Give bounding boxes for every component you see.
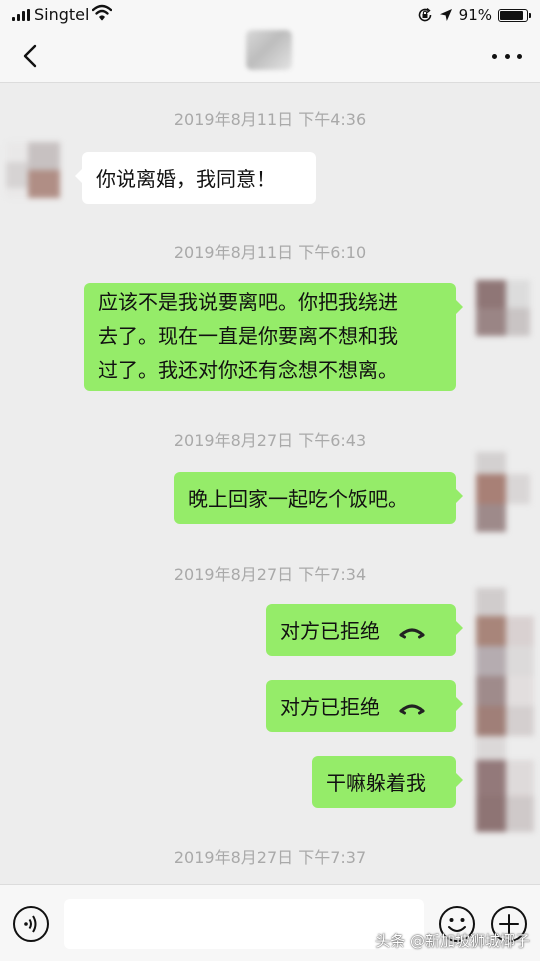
timestamp: 2019年8月27日 下午6:43 [173,431,367,450]
timestamp: 2019年8月11日 下午4:36 [173,110,367,129]
message-line: 去了。现在一直是你要离不想和我 [98,324,398,348]
status-bar: Singtel 91% [0,0,540,30]
declined-call-icon [399,628,425,638]
battery-icon [498,8,531,22]
call-status-text: 对方已拒绝 [280,695,380,719]
more-icon[interactable] [492,48,522,64]
outgoing-message[interactable]: 晚上回家一起吃个饭吧。 [174,472,463,524]
message-line: 过了。我还对你还有念想不想离。 [98,358,398,382]
battery-percentage: 91% [458,6,492,24]
carrier-name: Singtel [34,5,90,24]
outgoing-message[interactable]: 干嘛躲着我 [312,756,463,808]
watermark: 头条 @新加坡狮城椰子 [375,932,530,950]
wifi-icon [92,4,112,21]
timestamp: 2019年8月27日 下午7:34 [173,565,367,584]
voice-icon[interactable] [12,905,50,943]
declined-call-icon [399,704,425,714]
my-avatar[interactable] [476,280,530,336]
message-line: 应该不是我说要离吧。你把我绕进 [98,290,398,314]
timestamp: 2019年8月27日 下午7:37 [173,848,367,867]
chat-header [0,30,540,83]
my-avatar[interactable] [476,452,530,532]
back-icon[interactable] [14,38,50,74]
my-avatar-stack[interactable] [476,588,534,832]
outgoing-message[interactable]: 应该不是我说要离吧。你把我绕进 去了。现在一直是你要离不想和我 过了。我还对你还… [84,283,463,391]
contact-avatar[interactable] [6,142,60,198]
signal-icon [12,9,32,21]
location-icon [439,9,452,21]
contact-name-blurred [246,30,292,70]
outgoing-call-record[interactable]: 对方已拒绝 [266,680,463,732]
outgoing-call-record[interactable]: 对方已拒绝 [266,604,463,656]
incoming-message[interactable]: 你说离婚，我同意！ [75,152,316,204]
timestamp: 2019年8月11日 下午6:10 [173,243,367,262]
message-input[interactable] [64,899,424,949]
screen-lock-icon [418,7,431,22]
call-status-text: 对方已拒绝 [280,619,380,643]
